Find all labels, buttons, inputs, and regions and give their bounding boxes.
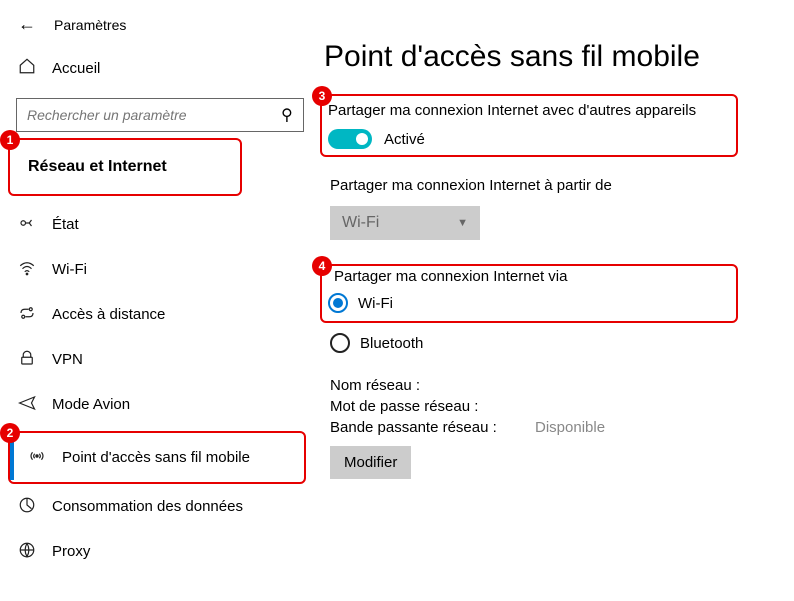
annotation-box-4: 4 Partager ma connexion Internet via Wi-… bbox=[320, 264, 738, 323]
home-icon bbox=[18, 57, 36, 80]
search-icon: ⚲ bbox=[281, 105, 293, 125]
annotation-box-1: 1 Réseau et Internet bbox=[8, 138, 242, 196]
sidebar-item-label: Point d'accès sans fil mobile bbox=[62, 449, 250, 466]
annotation-marker-1: 1 bbox=[0, 130, 20, 150]
vpn-icon bbox=[18, 349, 36, 370]
sidebar-item-proxy[interactable]: Proxy bbox=[0, 529, 320, 574]
radio-icon bbox=[328, 293, 348, 313]
remote-icon bbox=[18, 304, 36, 325]
sidebar: ← Paramètres Accueil ⚲ 1 Réseau et Inter… bbox=[0, 0, 320, 601]
sidebar-item-remote[interactable]: Accès à distance bbox=[0, 292, 320, 337]
sidebar-home-label: Accueil bbox=[52, 60, 100, 77]
sidebar-item-label: VPN bbox=[52, 351, 83, 368]
net-pass-key: Mot de passe réseau : bbox=[330, 398, 535, 415]
hotspot-icon bbox=[28, 447, 46, 468]
radio-bluetooth[interactable]: Bluetooth bbox=[330, 327, 784, 359]
sidebar-item-label: Accès à distance bbox=[52, 306, 165, 323]
band-val: Disponible bbox=[535, 419, 605, 436]
share-from-dropdown[interactable]: Wi-Fi ▼ bbox=[330, 206, 480, 240]
dropdown-value: Wi-Fi bbox=[342, 214, 379, 232]
sidebar-item-etat[interactable]: État bbox=[0, 202, 320, 247]
annotation-box-2: 2 Point d'accès sans fil mobile bbox=[8, 431, 306, 484]
search-input[interactable]: ⚲ bbox=[16, 98, 304, 132]
back-icon[interactable]: ← bbox=[18, 14, 36, 35]
annotation-marker-4: 4 bbox=[312, 256, 332, 276]
sidebar-item-data[interactable]: Consommation des données bbox=[0, 484, 320, 529]
share-via-label: Partager ma connexion Internet via bbox=[334, 268, 730, 285]
sidebar-section-title: Réseau et Internet bbox=[10, 144, 240, 190]
main-content: Point d'accès sans fil mobile 3 Partager… bbox=[320, 0, 794, 601]
radio-icon bbox=[330, 333, 350, 353]
chevron-down-icon: ▼ bbox=[457, 217, 468, 229]
share-toggle[interactable] bbox=[328, 129, 372, 149]
annotation-marker-3: 3 bbox=[312, 86, 332, 106]
toggle-state-label: Activé bbox=[384, 131, 425, 148]
page-title: Point d'accès sans fil mobile bbox=[320, 40, 794, 74]
annotation-box-3: 3 Partager ma connexion Internet avec d'… bbox=[320, 94, 738, 157]
sidebar-item-home[interactable]: Accueil bbox=[0, 43, 320, 94]
sidebar-item-hotspot[interactable]: Point d'accès sans fil mobile bbox=[10, 435, 304, 480]
toggle-knob bbox=[356, 133, 368, 145]
data-icon bbox=[18, 496, 36, 517]
edit-button[interactable]: Modifier bbox=[330, 446, 411, 479]
share-from-label: Partager ma connexion Internet à partir … bbox=[330, 177, 784, 194]
radio-label: Wi-Fi bbox=[358, 295, 393, 312]
wifi-icon bbox=[18, 259, 36, 280]
sidebar-item-label: Consommation des données bbox=[52, 498, 243, 515]
sidebar-item-wifi[interactable]: Wi-Fi bbox=[0, 247, 320, 292]
airplane-icon bbox=[18, 394, 36, 415]
annotation-marker-2: 2 bbox=[0, 423, 20, 443]
sidebar-item-airplane[interactable]: Mode Avion bbox=[0, 382, 320, 427]
sidebar-item-label: Proxy bbox=[52, 543, 90, 560]
radio-label: Bluetooth bbox=[360, 335, 423, 352]
proxy-icon bbox=[18, 541, 36, 562]
sidebar-item-vpn[interactable]: VPN bbox=[0, 337, 320, 382]
sidebar-item-label: État bbox=[52, 216, 79, 233]
sidebar-item-label: Wi-Fi bbox=[52, 261, 87, 278]
net-name-key: Nom réseau : bbox=[330, 377, 535, 394]
radio-wifi[interactable]: Wi-Fi bbox=[328, 287, 730, 319]
share-toggle-label: Partager ma connexion Internet avec d'au… bbox=[328, 102, 730, 119]
app-title: Paramètres bbox=[54, 17, 126, 33]
band-key: Bande passante réseau : bbox=[330, 419, 535, 436]
sidebar-item-label: Mode Avion bbox=[52, 396, 130, 413]
search-field[interactable] bbox=[27, 107, 266, 123]
status-icon bbox=[18, 214, 36, 235]
